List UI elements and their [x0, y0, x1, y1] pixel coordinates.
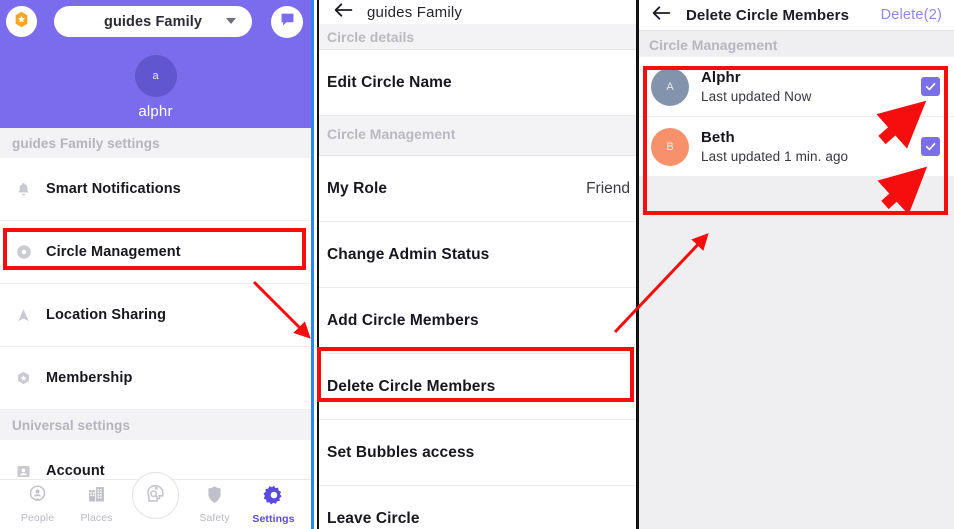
tab-label: Places [80, 512, 113, 524]
sidebar-item-smart-notifications[interactable]: Smart Notifications [0, 158, 311, 221]
profile-name: alphr [138, 103, 173, 120]
driver-head-circle [132, 472, 179, 519]
member-info: Beth Last updated 1 min. ago [701, 129, 909, 164]
section-header-circle-details: Circle details [319, 24, 638, 50]
sidebar-item-membership[interactable]: Membership [0, 347, 311, 410]
delete-members-panel: Delete Circle Members Delete(2) Circle M… [639, 0, 954, 529]
section-header-universal-settings: Universal settings [0, 410, 311, 440]
circle-dot-icon [14, 243, 33, 262]
row-change-admin-status[interactable]: Change Admin Status [319, 222, 638, 288]
navigation-arrow-icon [14, 306, 33, 325]
list-item[interactable]: B Beth Last updated 1 min. ago [639, 117, 954, 177]
row-label: Edit Circle Name [327, 73, 452, 91]
back-arrow-icon[interactable] [333, 2, 354, 23]
row-label: My Role [327, 179, 388, 197]
row-value: Friend [586, 179, 630, 197]
sidebar-item-label: Membership [46, 370, 133, 386]
section-header-family-settings: guides Family settings [0, 128, 311, 158]
row-my-role[interactable]: My Role Friend [319, 156, 638, 222]
circle-selector-dropdown[interactable]: guides Family [54, 6, 252, 37]
account-card-icon [14, 462, 33, 481]
sidebar-item-location-sharing[interactable]: Location Sharing [0, 284, 311, 347]
circle-selector-value: guides Family [104, 13, 202, 30]
hexagon-star-icon [14, 369, 33, 388]
delete-action-button[interactable]: Delete(2) [881, 7, 942, 23]
row-label: Leave Circle [327, 509, 420, 527]
member-name: Beth [701, 129, 735, 146]
settings-panel: guides Family a alphr guides Family sett… [0, 0, 311, 529]
member-list: A Alphr Last updated Now B Beth Last upd… [639, 57, 954, 177]
sidebar-item-label: Circle Management [46, 244, 181, 260]
app-logo-button[interactable] [6, 6, 37, 37]
profile-avatar[interactable]: a [134, 55, 177, 97]
bell-icon [14, 180, 33, 199]
member-status: Last updated Now [701, 89, 812, 104]
back-arrow-icon[interactable] [651, 5, 672, 26]
sidebar-item-label: Account [46, 463, 105, 479]
row-edit-circle-name[interactable]: Edit Circle Name [319, 50, 638, 116]
driver-head-icon [143, 481, 168, 511]
member-info: Alphr Last updated Now [701, 69, 909, 104]
circle-hero-header: guides Family a alphr [0, 0, 311, 128]
row-leave-circle[interactable]: Leave Circle [319, 486, 638, 529]
tab-label: People [20, 512, 55, 524]
building-icon [86, 484, 107, 510]
tab-safety[interactable]: Safety [185, 484, 244, 524]
sidebar-item-circle-management[interactable]: Circle Management [0, 221, 311, 284]
avatar: B [651, 127, 689, 166]
member-checkbox[interactable] [921, 137, 940, 156]
tab-places[interactable]: Places [67, 484, 126, 524]
star-badge-icon [12, 10, 31, 34]
section-header-circle-management: Circle Management [639, 31, 954, 57]
avatar: A [651, 67, 689, 106]
list-item[interactable]: A Alphr Last updated Now [639, 57, 954, 117]
empty-area [639, 177, 954, 529]
right-panel-topbar: Delete Circle Members Delete(2) [639, 0, 954, 31]
tab-people[interactable]: People [8, 484, 67, 524]
member-checkbox[interactable] [921, 77, 940, 96]
avatar-initial: a [152, 70, 159, 82]
bottom-tab-bar: People Places Safety Settings [0, 472, 311, 529]
member-name: Alphr [701, 69, 741, 86]
member-status: Last updated 1 min. ago [701, 149, 849, 164]
avatar-initial: A [666, 80, 674, 93]
row-delete-circle-members[interactable]: Delete Circle Members [319, 354, 638, 420]
person-circle-icon [27, 484, 48, 510]
screenshot-root: guides Family a alphr guides Family sett… [0, 0, 954, 529]
chat-button[interactable] [271, 6, 303, 38]
tab-label: Safety [199, 512, 230, 524]
gear-icon [263, 484, 285, 511]
mid-panel-title: guides Family [367, 3, 463, 21]
chat-bubble-icon [278, 10, 297, 34]
row-set-bubbles-access[interactable]: Set Bubbles access [319, 420, 638, 486]
circle-settings-panel: guides Family Circle details Edit Circle… [319, 0, 638, 529]
tab-label: Settings [252, 513, 295, 525]
right-panel-title: Delete Circle Members [686, 6, 850, 24]
section-header-circle-management: Circle Management [319, 116, 638, 156]
tab-driving[interactable] [126, 472, 185, 519]
sidebar-item-label: Location Sharing [46, 307, 167, 323]
sidebar-item-label: Smart Notifications [46, 181, 181, 197]
row-label: Set Bubbles access [327, 443, 475, 461]
row-label: Change Admin Status [327, 245, 490, 263]
chevron-down-icon [226, 18, 236, 24]
row-label: Delete Circle Members [327, 377, 496, 395]
shield-icon [204, 484, 225, 510]
avatar-initial: B [666, 140, 674, 153]
mid-panel-topbar: guides Family [319, 0, 638, 24]
row-label: Add Circle Members [327, 311, 479, 329]
tab-settings[interactable]: Settings [244, 484, 303, 525]
row-add-circle-members[interactable]: Add Circle Members [319, 288, 638, 354]
